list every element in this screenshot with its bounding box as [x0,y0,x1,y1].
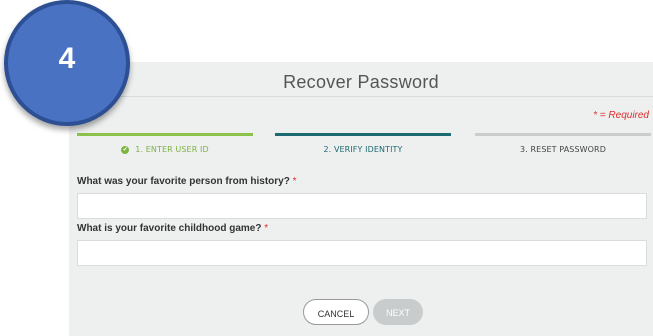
page-title: Recover Password [283,72,439,92]
badge-number: 4 [58,42,76,75]
step-bar [77,133,253,136]
question-2-label: What is your favorite childhood game? * [77,223,269,234]
cancel-button[interactable]: CANCEL [303,299,369,325]
required-star: * [292,176,297,187]
question-2-answer-input[interactable] [77,240,647,266]
step-label: 3. RESET PASSWORD [520,145,606,154]
step-enter-user-id: ✔ 1. ENTER USER ID [77,133,253,154]
step-label: 2. VERIFY IDENTITY [323,145,403,154]
step-label: 1. ENTER USER ID [135,145,209,154]
recover-password-panel: Recover Password * = Required ✔ 1. ENTER … [69,62,653,336]
title-divider [69,96,653,97]
required-note: * = Required [593,110,649,121]
step-bar [475,133,651,136]
required-star: * [264,223,269,234]
next-button[interactable]: NEXT [373,299,423,325]
question-1-label: What was your favorite person from histo… [77,176,297,187]
step-number-badge: 4 [4,0,130,126]
step-reset-password: 3. RESET PASSWORD [475,133,651,154]
question-1-answer-input[interactable] [77,193,647,219]
progress-steps: ✔ 1. ENTER USER ID 2. VERIFY IDENTITY 3. … [77,133,653,159]
check-icon: ✔ [121,145,130,154]
step-verify-identity: 2. VERIFY IDENTITY [275,133,451,154]
step-bar [275,133,451,136]
